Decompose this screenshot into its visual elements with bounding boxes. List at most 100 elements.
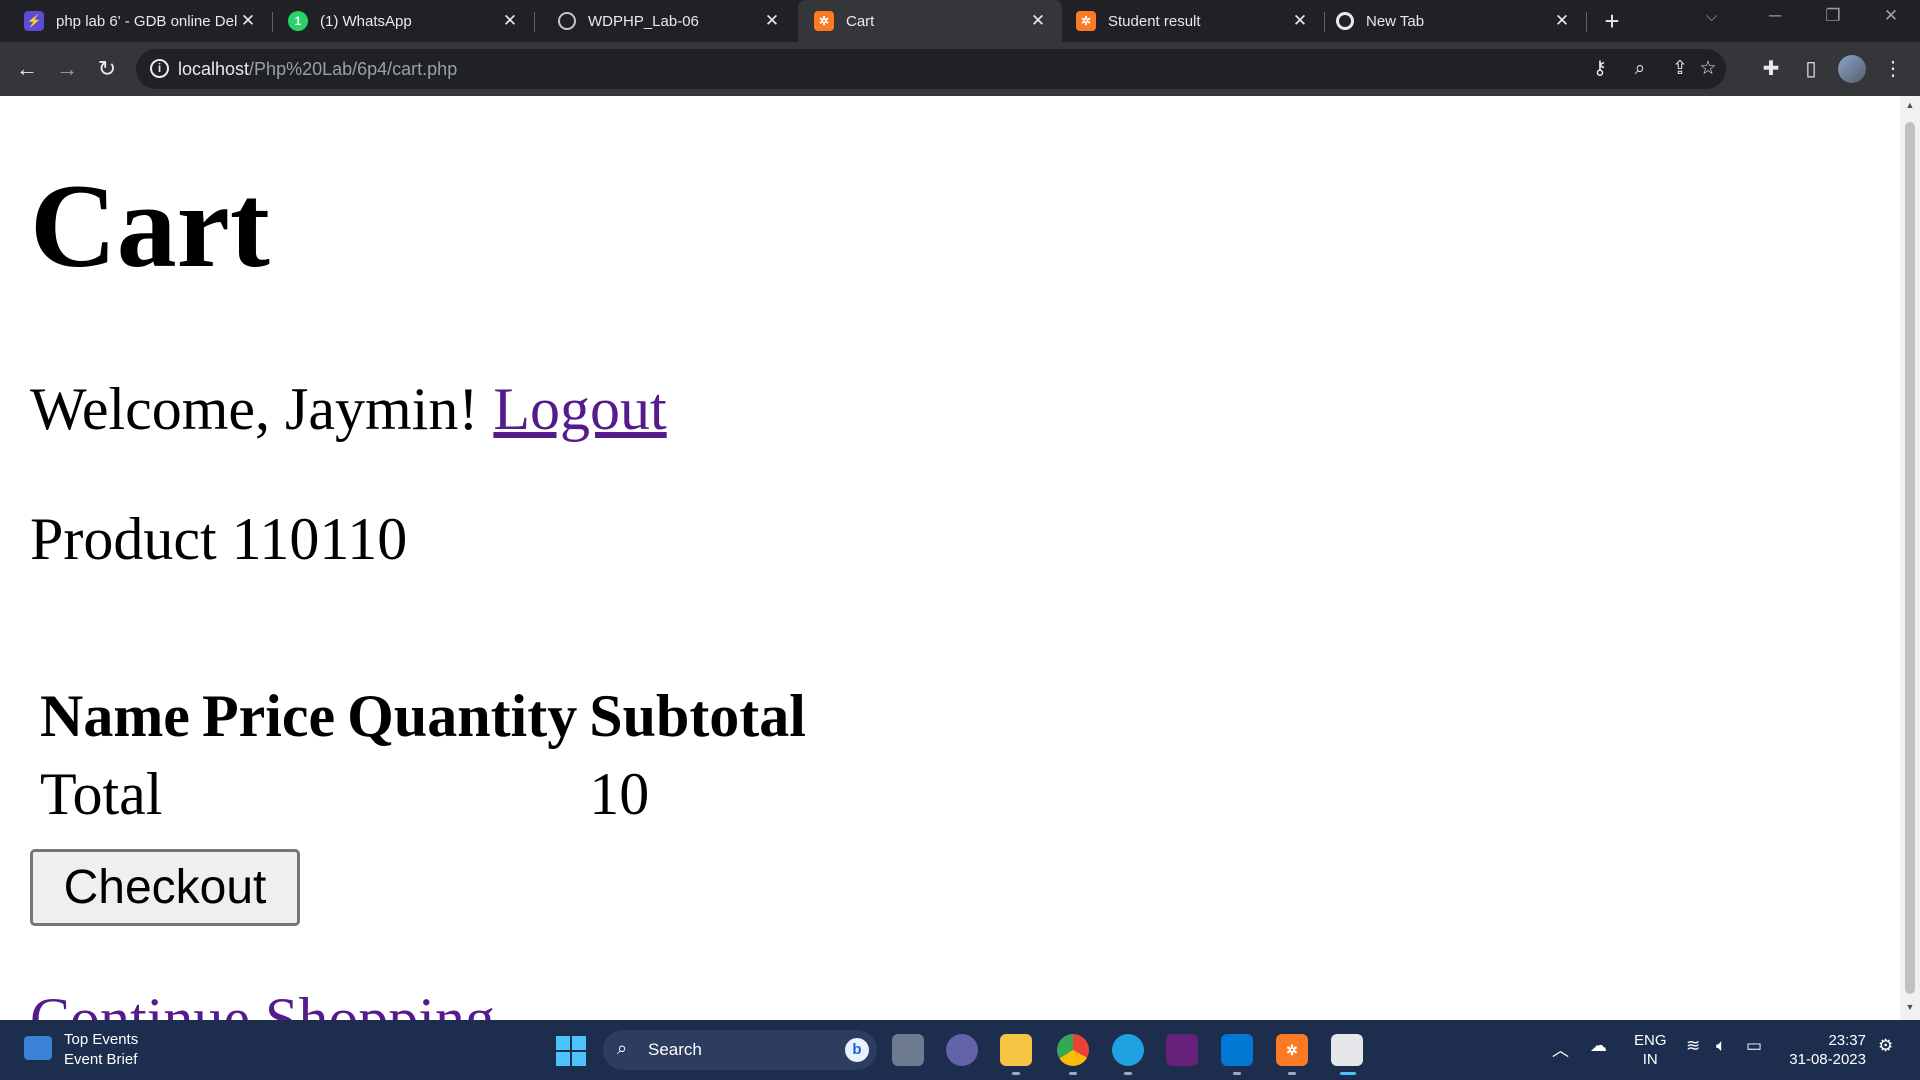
header-name: Name bbox=[40, 683, 190, 749]
tab-wdphp[interactable]: WDPHP_Lab-06 ✕ bbox=[534, 0, 796, 42]
url-host: localhost bbox=[178, 59, 250, 79]
tab-title: WDPHP_Lab-06 bbox=[588, 12, 699, 30]
clock[interactable]: 23:37 31-08-2023 bbox=[1786, 1031, 1866, 1069]
profile-avatar[interactable] bbox=[1838, 55, 1866, 83]
restore-icon[interactable]: ❐ bbox=[1818, 6, 1848, 26]
tab-title: Cart bbox=[846, 12, 875, 30]
start-icon[interactable] bbox=[556, 1036, 586, 1066]
tab-gdb[interactable]: ⚡ php lab 6' - GDB online Del ✕ bbox=[0, 0, 272, 42]
tab-search-chevron-icon[interactable]: ⌵ bbox=[1706, 8, 1717, 25]
menu-icon[interactable]: ⋮ bbox=[1880, 56, 1906, 82]
whatsapp-favicon-icon: 1 bbox=[288, 11, 308, 31]
total-value: 10 bbox=[589, 761, 650, 827]
reload-icon[interactable]: ↻ bbox=[92, 54, 122, 84]
tab-close-icon[interactable]: ✕ bbox=[762, 11, 782, 31]
gdb-favicon-icon: ⚡ bbox=[24, 11, 44, 31]
new-tab-button[interactable]: + bbox=[1596, 6, 1628, 36]
onedrive-cloud-icon[interactable]: ☁ bbox=[1590, 1036, 1607, 1056]
star-icon[interactable]: ☆ bbox=[1696, 57, 1720, 81]
tray-chevron-icon[interactable]: ︿ bbox=[1552, 1036, 1569, 1061]
xampp-icon[interactable]: ✲ bbox=[1276, 1034, 1308, 1066]
total-empty-cell bbox=[347, 756, 577, 832]
address-bar[interactable]: i localhost/Php%20Lab/6p4/cart.php ⚷ ⌕ ⇪… bbox=[136, 49, 1726, 89]
tab-close-icon[interactable]: ✕ bbox=[1028, 11, 1048, 31]
clock-time: 23:37 bbox=[1828, 1032, 1866, 1049]
page-scrollbar[interactable]: ▲ ▼ bbox=[1900, 96, 1920, 1020]
edge-icon[interactable] bbox=[1112, 1034, 1144, 1066]
header-quantity: Quantity bbox=[347, 683, 578, 749]
url-path: /Php%20Lab/6p4/cart.php bbox=[249, 59, 458, 79]
running-indicator bbox=[1124, 1072, 1132, 1075]
minimize-icon[interactable]: ─ bbox=[1760, 6, 1790, 26]
volume-icon[interactable]: 🔈︎ bbox=[1716, 1036, 1726, 1056]
page-title: Cart bbox=[30, 159, 270, 292]
tab-title: (1) WhatsApp bbox=[320, 12, 412, 30]
tab-student-result[interactable]: ✲ Student result ✕ bbox=[1062, 0, 1324, 42]
scroll-down-icon[interactable]: ▼ bbox=[1900, 1002, 1920, 1012]
tab-cart[interactable]: ✲ Cart ✕ bbox=[798, 0, 1062, 42]
tab-close-icon[interactable]: ✕ bbox=[238, 11, 258, 31]
checkout-button[interactable]: Checkout bbox=[30, 849, 300, 926]
clock-date: 31-08-2023 bbox=[1789, 1051, 1866, 1068]
running-indicator bbox=[1069, 1072, 1077, 1075]
address-url[interactable]: localhost/Php%20Lab/6p4/cart.php bbox=[178, 59, 457, 80]
tab-close-icon[interactable]: ✕ bbox=[500, 11, 520, 31]
windows-taskbar: Top Events Event Brief ⌕ Search b ✲ ︿ ☁ … bbox=[0, 1020, 1920, 1080]
widget-subtitle: Event Brief bbox=[64, 1051, 138, 1068]
chrome-icon[interactable] bbox=[1057, 1034, 1089, 1066]
browser-toolbar: ← → ↻ i localhost/Php%20Lab/6p4/cart.php… bbox=[0, 42, 1920, 96]
total-label: Total bbox=[40, 761, 163, 827]
xampp-favicon-icon: ✲ bbox=[814, 11, 834, 31]
table-total-row: Total 10 bbox=[40, 756, 806, 832]
scroll-up-icon[interactable]: ▲ bbox=[1900, 100, 1920, 110]
file-explorer-icon[interactable] bbox=[1000, 1034, 1032, 1066]
chrome-favicon-icon bbox=[1336, 12, 1354, 30]
tab-close-icon[interactable]: ✕ bbox=[1290, 11, 1310, 31]
tab-strip: ⚡ php lab 6' - GDB online Del ✕ 1 (1) Wh… bbox=[0, 0, 1920, 42]
page-viewport: Cart Welcome, Jaymin! Logout Product 110… bbox=[0, 96, 1900, 1049]
key-icon[interactable]: ⚷ bbox=[1588, 57, 1612, 81]
taskbar-search[interactable]: ⌕ Search b bbox=[603, 1030, 877, 1070]
teams-chat-icon[interactable] bbox=[946, 1034, 978, 1066]
cart-table: Name Price Quantity Subtotal Total 10 bbox=[28, 676, 818, 838]
scroll-thumb[interactable] bbox=[1905, 122, 1915, 994]
visual-studio-icon[interactable] bbox=[1166, 1034, 1198, 1066]
language-label: ENG bbox=[1634, 1032, 1667, 1049]
forward-icon[interactable]: → bbox=[52, 54, 82, 84]
tab-new-tab[interactable]: New Tab ✕ bbox=[1324, 0, 1586, 42]
widget-title: Top Events bbox=[64, 1031, 139, 1048]
tab-whatsapp[interactable]: 1 (1) WhatsApp ✕ bbox=[272, 0, 534, 42]
tab-close-icon[interactable]: ✕ bbox=[1552, 11, 1572, 31]
side-panel-icon[interactable]: ▯ bbox=[1798, 56, 1824, 82]
tab-title: php lab 6' - GDB online Del bbox=[56, 12, 238, 30]
running-indicator bbox=[1012, 1072, 1020, 1075]
running-indicator bbox=[1233, 1072, 1241, 1075]
notification-icon[interactable]: ⚙ bbox=[1878, 1036, 1893, 1056]
snipping-tool-icon[interactable] bbox=[1331, 1034, 1363, 1066]
extensions-icon[interactable]: ✚ bbox=[1758, 56, 1784, 82]
zoom-icon[interactable]: ⌕ bbox=[1628, 57, 1652, 81]
welcome-text: Welcome, Jaymin! bbox=[30, 376, 479, 442]
logout-link[interactable]: Logout bbox=[493, 376, 666, 442]
tab-title: Student result bbox=[1108, 12, 1201, 30]
bing-icon[interactable]: b bbox=[845, 1038, 869, 1062]
language-indicator[interactable]: ENG IN bbox=[1634, 1031, 1667, 1069]
total-empty-cell bbox=[202, 756, 335, 832]
back-icon[interactable]: ← bbox=[12, 54, 42, 84]
wifi-icon[interactable]: ≋ bbox=[1686, 1036, 1700, 1056]
header-price: Price bbox=[201, 683, 336, 749]
info-icon[interactable]: i bbox=[150, 59, 169, 78]
task-view-icon[interactable] bbox=[892, 1034, 924, 1066]
battery-icon[interactable]: ▭ bbox=[1746, 1036, 1762, 1056]
region-label: IN bbox=[1642, 1051, 1658, 1068]
widgets-news[interactable]: Top Events Event Brief bbox=[64, 1030, 138, 1070]
search-label: Search bbox=[648, 1040, 702, 1059]
widgets-icon[interactable] bbox=[24, 1036, 52, 1060]
running-indicator bbox=[1288, 1072, 1296, 1075]
vscode-icon[interactable] bbox=[1221, 1034, 1253, 1066]
share-icon[interactable]: ⇪ bbox=[1668, 57, 1692, 81]
close-window-icon[interactable]: ✕ bbox=[1876, 6, 1906, 26]
running-indicator bbox=[1340, 1072, 1356, 1075]
globe-favicon-icon bbox=[558, 12, 576, 30]
tab-separator bbox=[1586, 12, 1587, 32]
